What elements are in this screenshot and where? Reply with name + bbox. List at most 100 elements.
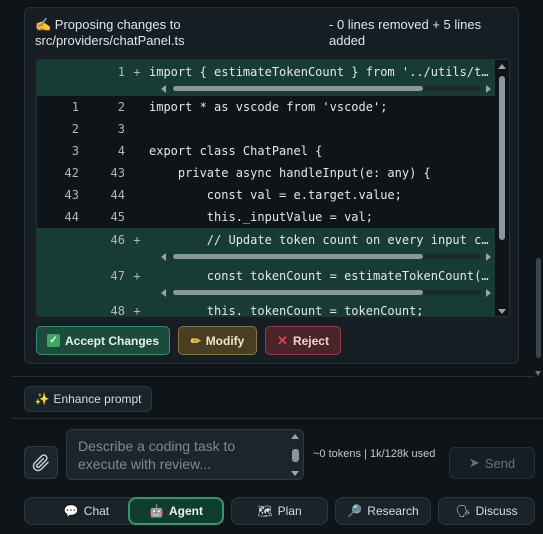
reject-button[interactable]: ✕ Reject <box>265 326 341 355</box>
horizontal-scrollbar[interactable] <box>161 84 491 93</box>
mode-discuss-button[interactable]: 🗣 Discuss <box>438 497 535 525</box>
scroll-left-icon[interactable] <box>161 289 166 297</box>
code-line: private async handleInput(e: any) { <box>149 166 431 180</box>
new-line-number: 44 <box>110 188 125 202</box>
diff-row: 48 + this._tokenCount = tokenCount; <box>37 300 495 317</box>
added-sign: + <box>133 269 141 283</box>
divider <box>12 418 543 419</box>
diff-row: 2 3 <box>37 118 495 140</box>
enhance-prompt-label: Enhance prompt <box>53 392 142 406</box>
diff-row: 47 + const tokenCount = estimateTokenCou… <box>37 264 495 300</box>
horizontal-scrollbar[interactable] <box>161 288 491 297</box>
check-mark-icon: ✓ <box>46 334 60 347</box>
new-line-number: 3 <box>117 122 125 136</box>
cross-mark-icon: ✕ <box>277 332 288 348</box>
code-line: // Update token count on every input cha… <box>149 233 495 247</box>
diff-row: 1 2 import * as vscode from 'vscode'; <box>37 96 495 118</box>
scroll-down-arrow-icon[interactable] <box>535 371 541 376</box>
new-line-number: 1 <box>117 65 125 79</box>
reject-label: Reject <box>292 333 329 348</box>
diff-row: 42 43 private async handleInput(e: any) … <box>37 162 495 184</box>
pencil-icon: ✏ <box>190 333 201 348</box>
speech-bubble-icon: 💬 <box>63 504 79 518</box>
prompt-input[interactable]: Describe a coding task to execute with r… <box>66 429 304 480</box>
horizontal-scroll-thumb[interactable] <box>173 86 423 91</box>
send-label: Send <box>484 455 516 471</box>
send-button[interactable]: ➤ Send <box>449 447 535 479</box>
proposing-changes-title: ✍️ Proposing changes to src/providers/ch… <box>35 17 185 48</box>
prompt-placeholder: Describe a coding task to execute with r… <box>78 438 236 472</box>
prompt-scrollbar[interactable] <box>291 434 300 476</box>
enhance-prompt-button[interactable]: ✨ Enhance prompt <box>24 386 152 412</box>
mode-label: Research <box>367 504 419 518</box>
scroll-right-icon[interactable] <box>486 85 491 93</box>
scroll-left-icon[interactable] <box>161 85 166 93</box>
scroll-up-icon[interactable] <box>291 434 299 439</box>
added-sign: + <box>133 65 141 79</box>
horizontal-scroll-thumb[interactable] <box>173 254 423 259</box>
old-line-number: 43 <box>64 188 79 202</box>
paperclip-icon <box>32 453 49 471</box>
scroll-down-icon[interactable] <box>291 471 299 476</box>
old-line-number: 44 <box>64 210 79 224</box>
horizontal-scrollbar[interactable] <box>161 252 491 261</box>
code-line: this._inputValue = val; <box>149 210 373 224</box>
mode-label: Discuss <box>475 504 518 518</box>
prompt-scroll-thumb[interactable] <box>292 449 299 462</box>
accept-changes-label: Accept Changes <box>64 333 160 348</box>
diff-vertical-scrollbar[interactable] <box>497 64 507 314</box>
horizontal-scroll-thumb[interactable] <box>173 290 423 295</box>
code-line: import { estimateTokenCount } from '../u… <box>149 65 495 79</box>
mode-plan-button[interactable]: 🗺 Plan <box>231 497 328 525</box>
diff-row: 43 44 const val = e.target.value; <box>37 184 495 206</box>
attach-button[interactable] <box>24 446 58 479</box>
robot-icon: 🤖 <box>149 504 164 518</box>
scroll-up-icon[interactable] <box>498 64 506 69</box>
accept-changes-button[interactable]: ✓ Accept Changes <box>36 326 170 355</box>
panel-scrollbar-thumb[interactable] <box>536 258 541 358</box>
code-line: const val = e.target.value; <box>149 188 402 202</box>
new-line-number: 48 <box>110 304 125 317</box>
sparkles-icon: ✨ <box>34 392 50 406</box>
added-sign: + <box>133 233 141 247</box>
old-line-number: 2 <box>71 122 79 136</box>
diff-row: 46 + // Update token count on every inpu… <box>37 228 495 264</box>
new-line-number: 46 <box>110 233 125 247</box>
divider <box>12 376 534 377</box>
diff-row: 44 45 this._inputValue = val; <box>37 206 495 228</box>
modify-button[interactable]: ✏ Modify <box>178 326 257 355</box>
send-arrow-icon: ➤ <box>468 455 480 470</box>
added-sign: + <box>133 304 141 317</box>
scroll-left-icon[interactable] <box>161 253 166 261</box>
card-header: ✍️ Proposing changes to src/providers/ch… <box>35 17 508 53</box>
code-line: export class ChatPanel { <box>149 144 323 158</box>
new-line-number: 4 <box>117 144 125 158</box>
new-line-number: 47 <box>110 269 125 283</box>
diff-row: 3 4 export class ChatPanel { <box>37 140 495 162</box>
old-line-number: 1 <box>71 100 79 114</box>
map-icon: 🗺 <box>257 504 273 518</box>
scroll-right-icon[interactable] <box>486 253 491 261</box>
mode-research-button[interactable]: 🔎 Research <box>335 497 431 525</box>
diff-summary: - 0 lines removed + 5 lines added <box>329 17 482 48</box>
magnifier-icon: 🔎 <box>347 504 363 518</box>
mode-label: Agent <box>168 504 203 518</box>
proposed-changes-card: ✍️ Proposing changes to src/providers/ch… <box>24 7 519 364</box>
speaking-head-icon: 🗣 <box>455 504 471 518</box>
modify-label: Modify <box>205 333 245 348</box>
new-line-number: 2 <box>117 100 125 114</box>
code-line: const tokenCount = estimateTokenCount(va… <box>149 269 495 283</box>
diff-scroll-thumb[interactable] <box>499 76 505 240</box>
new-line-number: 45 <box>110 210 125 224</box>
diff-view[interactable]: 1 + import { estimateTokenCount } from '… <box>36 59 510 317</box>
token-usage: ~0 tokens | 1k/128k used <box>313 448 436 460</box>
mode-agent-button[interactable]: 🤖 Agent <box>128 497 224 525</box>
panel-scrollbar[interactable] <box>534 0 543 378</box>
scroll-down-icon[interactable] <box>498 309 506 314</box>
code-line: this._tokenCount = tokenCount; <box>149 304 424 317</box>
new-line-number: 43 <box>110 166 125 180</box>
mode-label: Plan <box>277 504 302 518</box>
code-line: import * as vscode from 'vscode'; <box>149 100 388 114</box>
scroll-right-icon[interactable] <box>486 289 491 297</box>
old-line-number: 3 <box>71 144 79 158</box>
